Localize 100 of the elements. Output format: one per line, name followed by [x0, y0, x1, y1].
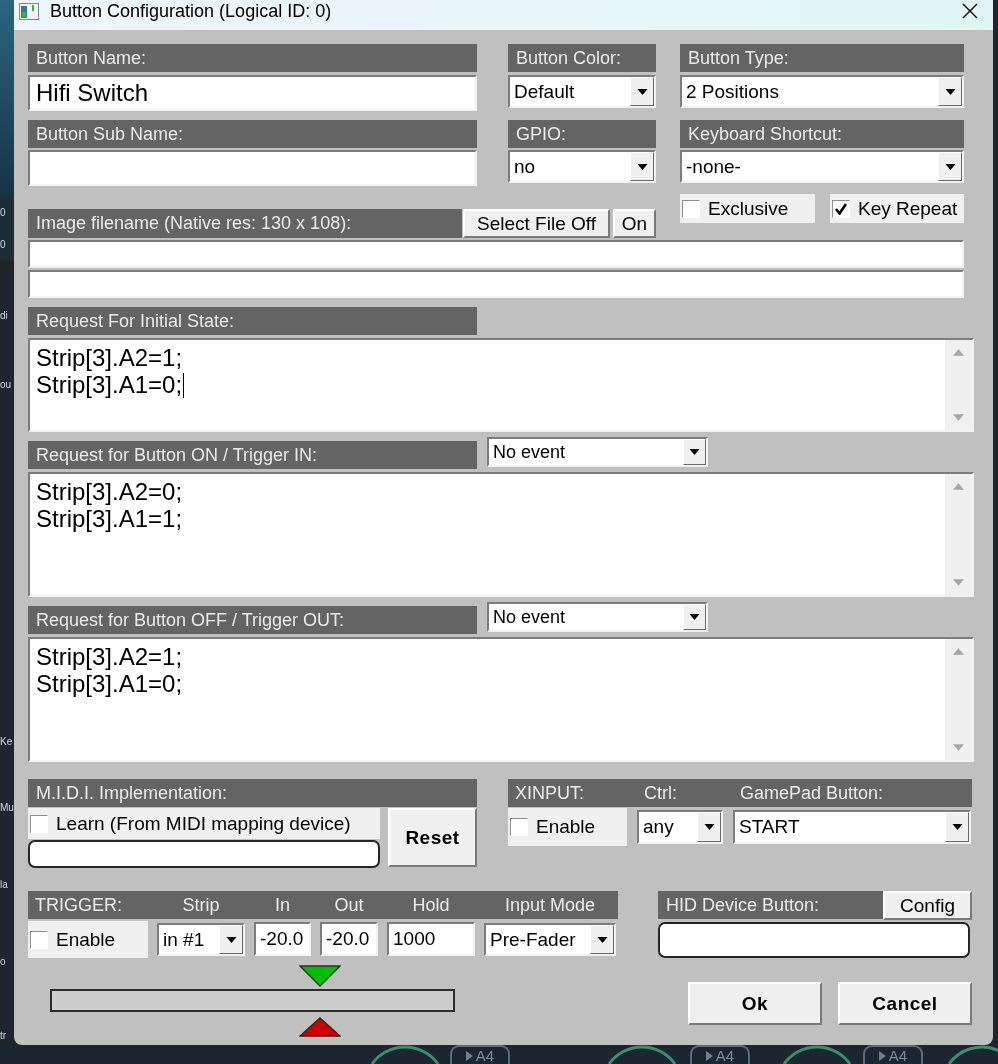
- scroll-down-icon: [953, 579, 964, 586]
- button-name-input[interactable]: Hifi Switch: [28, 75, 477, 111]
- dropdown-button[interactable]: [938, 152, 962, 181]
- dropdown-button[interactable]: [683, 439, 706, 465]
- channel-label: A4: [475, 1047, 495, 1064]
- column-label: Hold: [412, 894, 450, 917]
- section-header: Button Name:: [28, 44, 477, 72]
- caret-down-icon: [703, 824, 715, 830]
- scrollbar[interactable]: [945, 639, 972, 760]
- column-label: GamePad Button:: [740, 782, 884, 805]
- background-text: 0: [0, 239, 6, 251]
- reset-button[interactable]: Reset: [388, 808, 477, 867]
- checkbox-option[interactable]: Key Repeat: [830, 194, 964, 223]
- midi-input[interactable]: [28, 840, 380, 868]
- section-header: HID Device Button:: [658, 891, 883, 919]
- scroll-down-icon: [953, 744, 964, 751]
- app-icon: [19, 3, 39, 20]
- threshold-marker-icon: [299, 965, 341, 987]
- button-type-dropdown[interactable]: 2 Positions: [680, 75, 964, 108]
- dropdown[interactable]: START: [733, 810, 971, 844]
- checkbox[interactable]: [682, 199, 700, 218]
- scroll-up-icon: [953, 648, 964, 655]
- section-header: GPIO:: [508, 120, 656, 148]
- background-text: Ke: [0, 736, 13, 748]
- checkbox[interactable]: [30, 930, 48, 949]
- play-icon: [878, 1050, 886, 1061]
- event-dropdown[interactable]: No event: [487, 437, 708, 467]
- background-text: la: [0, 879, 8, 891]
- caret-down-icon: [636, 88, 648, 95]
- checkbox[interactable]: [30, 814, 48, 833]
- background-text: di: [0, 310, 8, 322]
- section-header: M.I.D.I. Implementation:: [28, 779, 477, 807]
- caret-down-icon: [225, 936, 237, 943]
- dropdown-button[interactable]: [697, 812, 721, 842]
- on-button[interactable]: On: [613, 209, 656, 238]
- close-icon: [962, 3, 978, 19]
- gpio-dropdown[interactable]: no: [508, 150, 656, 183]
- scroll-up-icon: [953, 349, 964, 356]
- checkbox[interactable]: [510, 818, 528, 836]
- caret-down-icon: [689, 614, 700, 620]
- play-icon: [705, 1050, 713, 1061]
- background-text: o: [0, 956, 6, 968]
- channel-label: A4: [888, 1047, 908, 1064]
- background-text: Mu: [0, 802, 14, 814]
- dropdown-button[interactable]: [683, 604, 706, 630]
- dropdown[interactable]: any: [637, 810, 723, 844]
- play-icon: [465, 1050, 473, 1061]
- script-textarea[interactable]: Strip[3].A2=1; Strip[3].A1=0;: [28, 338, 974, 432]
- scrollbar[interactable]: [945, 474, 972, 595]
- dropdown[interactable]: Pre-Fader: [484, 923, 616, 956]
- dropdown-button[interactable]: [590, 925, 614, 954]
- caret-down-icon: [951, 824, 963, 830]
- checkbox-option[interactable]: Enable: [508, 808, 627, 846]
- caret-down-icon: [944, 88, 956, 95]
- dropdown-button[interactable]: [630, 152, 654, 181]
- script-textarea[interactable]: Strip[3].A2=0; Strip[3].A1=1;: [28, 472, 974, 597]
- event-dropdown[interactable]: No event: [487, 602, 708, 632]
- channel-label: A4: [715, 1047, 735, 1064]
- text-cursor: [183, 373, 185, 398]
- dropdown-button[interactable]: [945, 812, 969, 842]
- caret-down-icon: [689, 449, 700, 455]
- window-title: Button Configuration (Logical ID: 0): [50, 0, 332, 23]
- number-input[interactable]: -20.0: [320, 922, 378, 956]
- number-input[interactable]: -20.0: [254, 922, 311, 956]
- select-file-button[interactable]: Select File Off: [463, 209, 610, 238]
- keyboard-shortcut-dropdown[interactable]: -none-: [680, 150, 964, 183]
- ok-button[interactable]: Ok: [688, 982, 822, 1025]
- button-sub-name-input[interactable]: [28, 150, 477, 186]
- column-label: TRIGGER:: [35, 894, 122, 917]
- filename-input[interactable]: [28, 240, 964, 268]
- scroll-down-icon: [953, 414, 964, 421]
- dropdown[interactable]: in #1: [157, 923, 245, 956]
- section-header: Button Type:: [680, 44, 964, 72]
- config-button[interactable]: Config: [883, 891, 972, 920]
- column-label: Ctrl:: [644, 782, 677, 805]
- caret-down-icon: [596, 936, 608, 943]
- checkmark-icon: [835, 202, 847, 215]
- filename-input[interactable]: [28, 270, 964, 298]
- section-header: Keyboard Shortcut:: [680, 120, 964, 148]
- column-label: In: [275, 894, 290, 917]
- hid-input[interactable]: [658, 922, 970, 958]
- checkbox-option[interactable]: Exclusive: [680, 194, 815, 223]
- dial-icon: [370, 1045, 440, 1064]
- number-input[interactable]: 1000: [387, 922, 475, 956]
- checkbox-option[interactable]: Learn (From MIDI mapping device): [28, 808, 380, 839]
- dropdown-button[interactable]: [938, 77, 962, 106]
- dropdown-button[interactable]: [219, 925, 243, 954]
- dial-icon: [947, 1045, 998, 1064]
- background-text: ou: [0, 379, 12, 391]
- background-text: tr: [0, 1030, 7, 1042]
- caret-down-icon: [944, 163, 956, 170]
- script-textarea[interactable]: Strip[3].A2=1; Strip[3].A1=0;: [28, 637, 974, 762]
- scrollbar[interactable]: [945, 340, 972, 430]
- checkbox[interactable]: [832, 199, 850, 218]
- dropdown-button[interactable]: [630, 77, 654, 106]
- checkbox-option[interactable]: Enable: [28, 921, 148, 958]
- section-header: Request for Button OFF / Trigger OUT:: [28, 606, 477, 634]
- cancel-button[interactable]: Cancel: [838, 982, 972, 1025]
- button-color-dropdown[interactable]: Default: [508, 75, 656, 108]
- dial-icon: [782, 1045, 852, 1064]
